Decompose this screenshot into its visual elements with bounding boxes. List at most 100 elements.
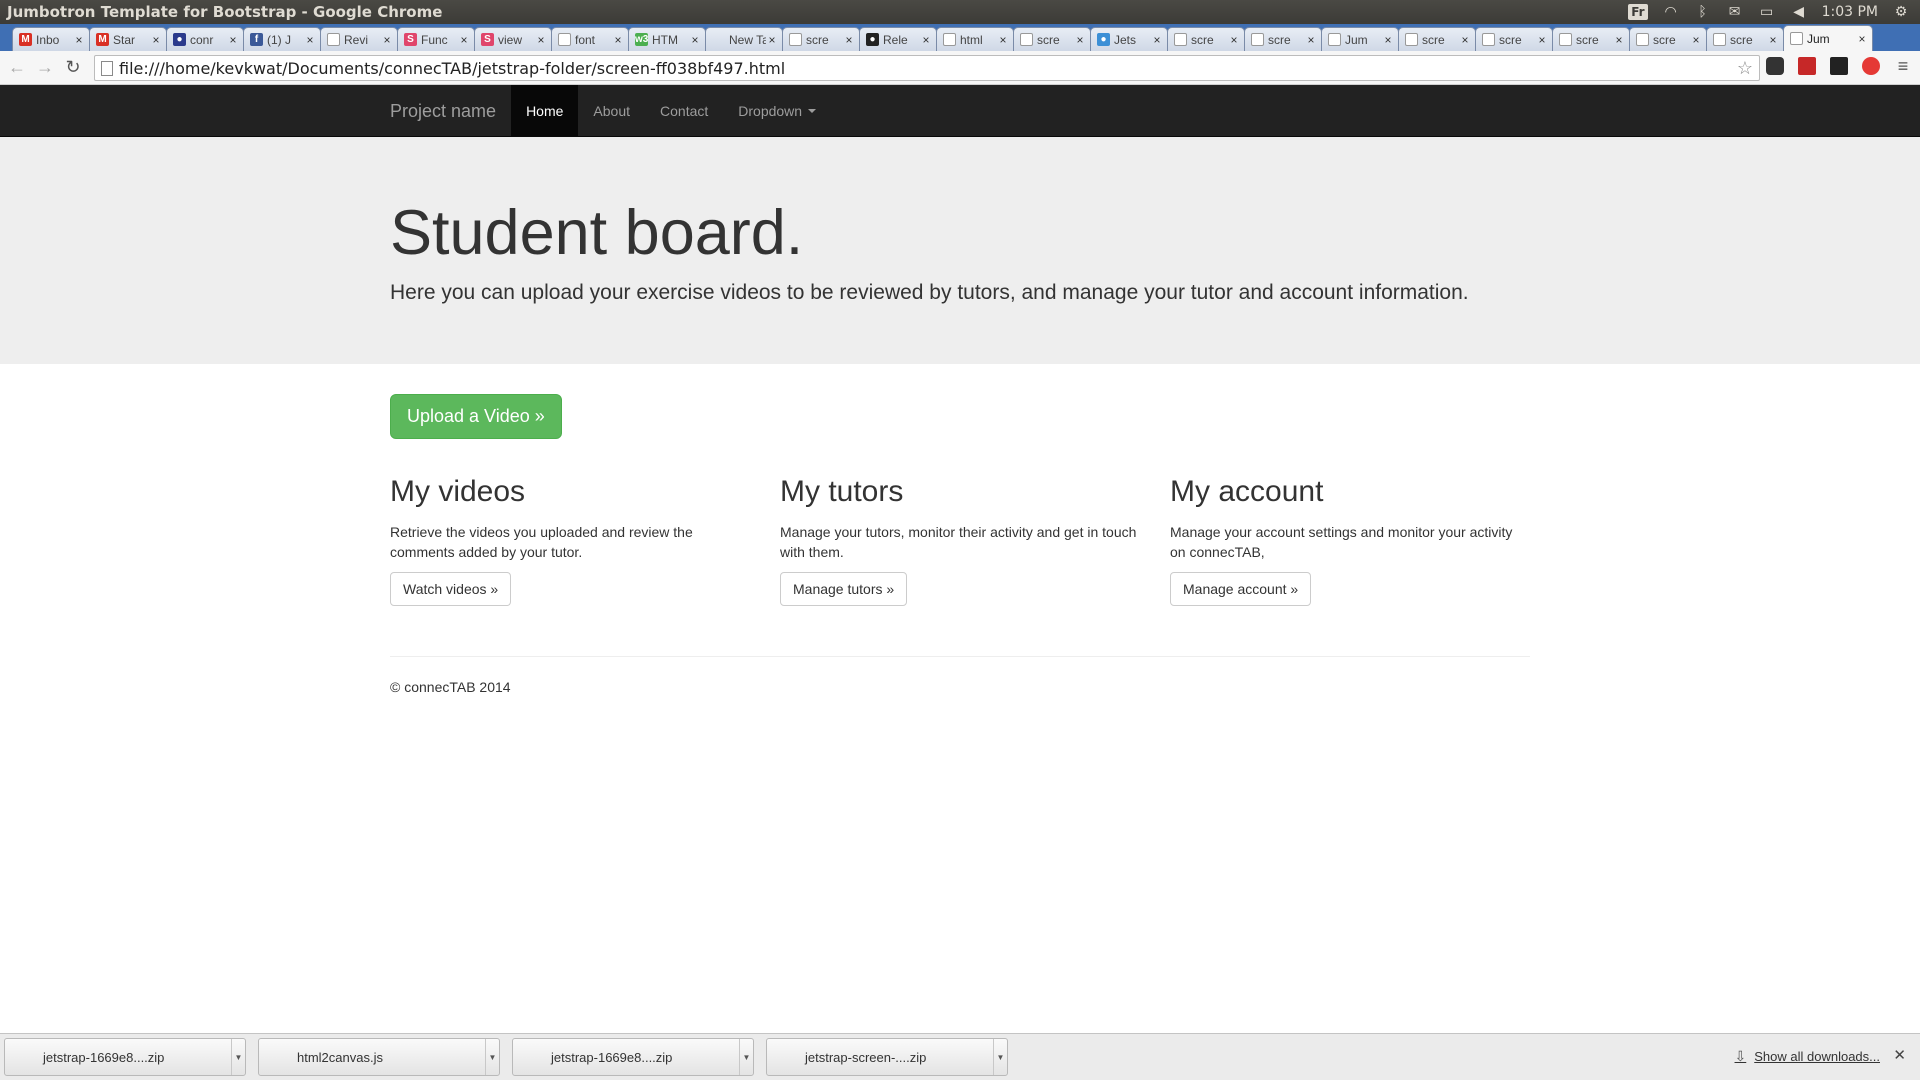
tab-close-icon[interactable]: ×: [1536, 33, 1548, 47]
nav-item-about[interactable]: About: [578, 85, 645, 137]
url-text[interactable]: file:///home/kevkwat/Documents/connecTAB…: [119, 59, 785, 78]
browser-tab[interactable]: Jum ×: [1321, 27, 1399, 51]
download-item[interactable]: html2canvas.js ▼: [258, 1038, 500, 1076]
show-all-downloads-link[interactable]: ⇩ Show all downloads...: [1735, 1048, 1880, 1065]
back-arrow-icon[interactable]: ←: [6, 57, 28, 79]
dropdown-arrow-icon[interactable]: ▼: [993, 1039, 1007, 1075]
tab-favicon-icon: [327, 33, 340, 46]
tab-close-icon[interactable]: ×: [1382, 33, 1394, 47]
dropdown-arrow-icon[interactable]: ▼: [739, 1039, 753, 1075]
tab-close-icon[interactable]: ×: [1856, 32, 1868, 46]
tab-close-icon[interactable]: ×: [689, 33, 701, 47]
browser-tab[interactable]: scre ×: [1244, 27, 1322, 51]
close-icon[interactable]: ✕: [1893, 1046, 1906, 1064]
pocket-icon[interactable]: [1766, 57, 1784, 75]
manage-account-button[interactable]: Manage account »: [1170, 572, 1312, 606]
tab-favicon-icon: [1559, 33, 1572, 46]
browser-tab[interactable]: scre ×: [1629, 27, 1707, 51]
clock[interactable]: 1:03 PM: [1822, 4, 1878, 20]
browser-tab[interactable]: f (1) J ×: [243, 27, 321, 51]
browser-tab[interactable]: M Inbo ×: [12, 27, 90, 51]
tab-close-icon[interactable]: ×: [920, 33, 932, 47]
os-top-bar: Jumbotron Template for Bootstrap - Googl…: [0, 0, 1920, 24]
column-my-account: My account Manage your account settings …: [1170, 475, 1530, 606]
tab-title: conr: [190, 32, 214, 47]
browser-tab[interactable]: w3 HTM ×: [628, 27, 706, 51]
battery-icon[interactable]: ▭: [1758, 5, 1776, 19]
tab-close-icon[interactable]: ×: [843, 33, 855, 47]
tab-close-icon[interactable]: ×: [1151, 33, 1163, 47]
browser-tab[interactable]: ● Jets ×: [1090, 27, 1168, 51]
tab-close-icon[interactable]: ×: [1459, 33, 1471, 47]
show-all-label: Show all downloads...: [1754, 1049, 1880, 1064]
browser-tab[interactable]: scre ×: [1398, 27, 1476, 51]
tab-close-icon[interactable]: ×: [1690, 33, 1702, 47]
tab-title: Revi: [344, 32, 369, 47]
browser-tab[interactable]: font ×: [551, 27, 629, 51]
tab-favicon-icon: ●: [173, 33, 186, 46]
bluetooth-icon[interactable]: ᛒ: [1694, 5, 1712, 19]
browser-tab[interactable]: scre ×: [1706, 27, 1784, 51]
tab-close-icon[interactable]: ×: [1767, 33, 1779, 47]
download-item[interactable]: jetstrap-1669e8....zip ▼: [512, 1038, 754, 1076]
tab-close-icon[interactable]: ×: [535, 33, 547, 47]
watch-videos-button[interactable]: Watch videos »: [390, 572, 512, 606]
browser-toolbar: ← → ↻ file:///home/kevkwat/Documents/con…: [0, 51, 1920, 85]
browser-tab[interactable]: scre ×: [1013, 27, 1091, 51]
browser-tab[interactable]: New Ta ×: [705, 27, 783, 51]
browser-tab[interactable]: html ×: [936, 27, 1014, 51]
reload-icon[interactable]: ↻: [62, 57, 84, 79]
address-bar[interactable]: file:///home/kevkwat/Documents/connecTAB…: [94, 55, 1760, 81]
bookmark-extension-icon[interactable]: [1798, 57, 1816, 75]
nav-item-home[interactable]: Home: [511, 85, 579, 137]
browser-tab[interactable]: Sview ×: [474, 27, 552, 51]
tab-close-icon[interactable]: ×: [1074, 33, 1086, 47]
tab-close-icon[interactable]: ×: [1228, 33, 1240, 47]
tab-favicon-icon: ●: [866, 33, 879, 46]
browser-tab[interactable]: scre ×: [1167, 27, 1245, 51]
upload-video-button[interactable]: Upload a Video »: [390, 394, 562, 439]
browser-tab[interactable]: scre ×: [782, 27, 860, 51]
download-item[interactable]: jetstrap-screen-....zip ▼: [766, 1038, 1008, 1076]
browser-tab[interactable]: S Func ×: [397, 27, 475, 51]
navbar-brand[interactable]: Project name: [390, 101, 496, 122]
jumbotron: Student board. Here you can upload your …: [0, 137, 1920, 364]
browser-tab[interactable]: Jum ×: [1783, 25, 1873, 51]
tab-favicon-icon: [1405, 33, 1418, 46]
tab-close-icon[interactable]: ×: [227, 33, 239, 47]
nav-item-dropdown[interactable]: Dropdown: [723, 85, 831, 137]
gear-icon[interactable]: ⚙: [1892, 5, 1910, 19]
browser-tab[interactable]: scre ×: [1552, 27, 1630, 51]
browser-tab[interactable]: ● conr ×: [166, 27, 244, 51]
download-item[interactable]: jetstrap-1669e8....zip ▼: [4, 1038, 246, 1076]
nav-item-contact[interactable]: Contact: [645, 85, 723, 137]
browser-tab[interactable]: M Star ×: [89, 27, 167, 51]
browser-tab[interactable]: scre ×: [1475, 27, 1553, 51]
google-plus-extension-icon[interactable]: [1862, 57, 1880, 75]
tab-favicon-icon: [1328, 33, 1341, 46]
manage-tutors-button[interactable]: Manage tutors »: [780, 572, 908, 606]
terminal-extension-icon[interactable]: [1830, 57, 1848, 75]
menu-icon[interactable]: ≡: [1894, 57, 1912, 75]
tab-close-icon[interactable]: ×: [304, 33, 316, 47]
dropdown-arrow-icon[interactable]: ▼: [231, 1039, 245, 1075]
tab-close-icon[interactable]: ×: [997, 33, 1009, 47]
tab-close-icon[interactable]: ×: [150, 33, 162, 47]
forward-arrow-icon[interactable]: →: [34, 57, 56, 79]
tab-close-icon[interactable]: ×: [73, 33, 85, 47]
wifi-icon[interactable]: ◠: [1662, 5, 1680, 19]
mail-icon[interactable]: ✉: [1726, 5, 1744, 19]
browser-tab[interactable]: ● Rele ×: [859, 27, 937, 51]
bookmark-star-icon[interactable]: ☆: [1737, 58, 1753, 79]
tab-close-icon[interactable]: ×: [458, 33, 470, 47]
tab-close-icon[interactable]: ×: [766, 33, 778, 47]
volume-icon[interactable]: ◀: [1790, 5, 1808, 19]
browser-tab[interactable]: Revi ×: [320, 27, 398, 51]
tab-close-icon[interactable]: ×: [612, 33, 624, 47]
tab-title: font: [575, 32, 596, 47]
tab-close-icon[interactable]: ×: [381, 33, 393, 47]
keyboard-layout-indicator[interactable]: Fr: [1628, 4, 1648, 20]
tab-close-icon[interactable]: ×: [1305, 33, 1317, 47]
tab-close-icon[interactable]: ×: [1613, 33, 1625, 47]
dropdown-arrow-icon[interactable]: ▼: [485, 1039, 499, 1075]
